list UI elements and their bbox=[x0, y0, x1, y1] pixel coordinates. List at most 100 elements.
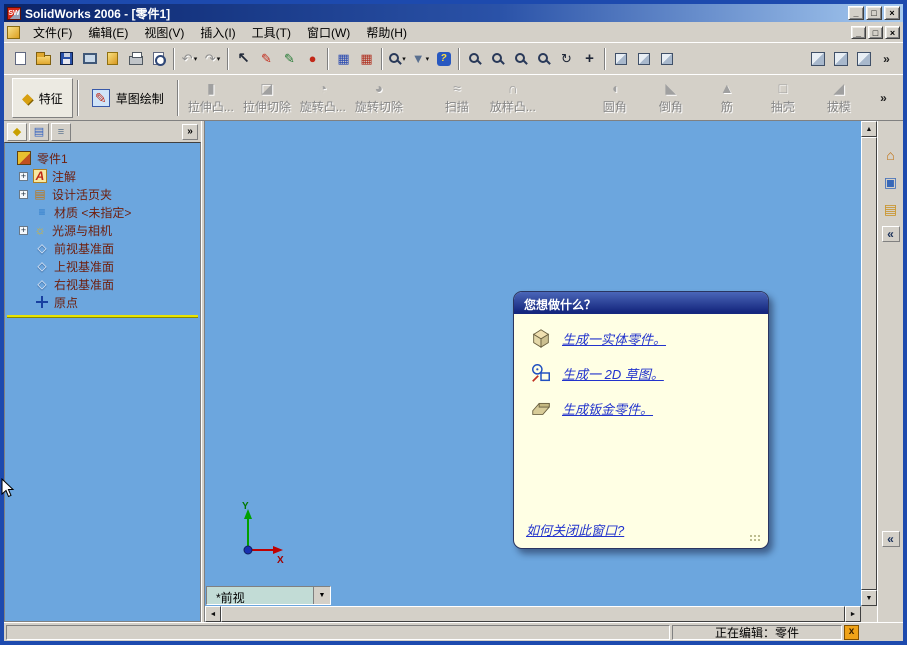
chamfer-button[interactable]: ◣ 倒角 bbox=[643, 78, 699, 118]
zoom-to-selection-button[interactable] bbox=[532, 47, 555, 71]
features-tab-button[interactable]: ◆ 特征 bbox=[12, 77, 73, 118]
tree-item-annotations[interactable]: + A 注解 bbox=[5, 167, 200, 185]
menu-window[interactable]: 窗口(W) bbox=[299, 21, 358, 44]
dropdown-arrow-icon[interactable]: ▾ bbox=[402, 55, 406, 63]
zoom-to-area-button[interactable] bbox=[486, 47, 509, 71]
edit-sketch-button[interactable]: ✎ bbox=[278, 47, 301, 71]
design-library-button[interactable]: ▣ bbox=[881, 172, 901, 192]
rib-button[interactable]: ▲ 筋 bbox=[699, 78, 755, 118]
select-button[interactable]: ↖ bbox=[232, 47, 255, 71]
extruded-cut-button[interactable]: ◪ 拉伸切除 bbox=[239, 78, 295, 118]
maximize-button[interactable]: □ bbox=[866, 6, 882, 20]
tree-item-origin[interactable]: 原点 bbox=[5, 293, 200, 311]
menu-edit[interactable]: 编辑(E) bbox=[80, 21, 136, 44]
toolbar-overflow-button[interactable]: » bbox=[875, 47, 898, 71]
dialog-title[interactable]: 您想做什么？ bbox=[514, 292, 768, 314]
view-orientation-button[interactable]: ▾ bbox=[386, 47, 409, 71]
revolved-boss-button[interactable]: ◔ 旋转凸... bbox=[295, 78, 351, 118]
horizontal-scroll-thumb[interactable] bbox=[221, 606, 845, 622]
create-2d-sketch-link[interactable]: 生成一 2D 草图。 bbox=[562, 364, 664, 383]
doc-restore-button[interactable]: □ bbox=[868, 25, 883, 39]
section-view-button[interactable] bbox=[655, 47, 678, 71]
scroll-down-button[interactable]: ▼ bbox=[861, 590, 877, 606]
tree-item-front-plane[interactable]: ◇ 前视基准面 bbox=[5, 239, 200, 257]
tree-item-right-plane[interactable]: ◇ 右视基准面 bbox=[5, 275, 200, 293]
make-drawing-button[interactable] bbox=[78, 47, 101, 71]
view-cube-a-button[interactable] bbox=[806, 47, 829, 71]
view-cube-c-button[interactable] bbox=[852, 47, 875, 71]
tree-item-material[interactable]: ≡ 材质 <未指定> bbox=[5, 203, 200, 221]
tree-root-part[interactable]: 零件1 bbox=[5, 149, 200, 167]
scroll-right-button[interactable]: ► bbox=[845, 606, 861, 622]
scroll-up-button[interactable]: ▲ bbox=[861, 121, 877, 137]
zoom-to-fit-button[interactable] bbox=[463, 47, 486, 71]
panel-flyout-button[interactable]: » bbox=[182, 123, 198, 140]
menu-file[interactable]: 文件(F) bbox=[25, 21, 80, 44]
menu-help[interactable]: 帮助(H) bbox=[358, 21, 415, 44]
rollback-bar[interactable] bbox=[7, 315, 198, 318]
vertical-scrollbar[interactable]: ▲ ▼ bbox=[861, 121, 877, 606]
tree-item-top-plane[interactable]: ◇ 上视基准面 bbox=[5, 257, 200, 275]
propertymanager-tab[interactable]: ▤ bbox=[29, 122, 49, 141]
dialog-resize-grip[interactable] bbox=[749, 534, 761, 542]
dropdown-arrow-icon[interactable]: ▾ bbox=[426, 55, 430, 63]
create-part-link[interactable]: 生成一实体零件。 bbox=[562, 329, 666, 348]
new-document-button[interactable] bbox=[9, 47, 32, 71]
help-button[interactable]: ? bbox=[432, 47, 455, 71]
dropdown-arrow-icon[interactable]: ▾ bbox=[217, 55, 221, 63]
view-combo-dropdown-button[interactable]: ▼ bbox=[313, 587, 330, 604]
print-button[interactable] bbox=[124, 47, 147, 71]
vertical-scroll-thumb[interactable] bbox=[861, 137, 877, 590]
doc-close-button[interactable]: × bbox=[885, 25, 900, 39]
tree-item-design-binder[interactable]: + ▤ 设计活页夹 bbox=[5, 185, 200, 203]
solidworks-resources-button[interactable]: ⌂ bbox=[881, 145, 901, 165]
document-icon[interactable] bbox=[7, 25, 20, 39]
draft-button[interactable]: ◢ 拔模 bbox=[811, 78, 867, 118]
extruded-boss-button[interactable]: ▮ 拉伸凸... bbox=[183, 78, 239, 118]
create-sheet-metal-link[interactable]: 生成钣金零件。 bbox=[562, 399, 653, 418]
save-button[interactable] bbox=[55, 47, 78, 71]
dropdown-arrow-icon[interactable]: ▾ bbox=[194, 55, 198, 63]
undo-button[interactable]: ↶ ▾ bbox=[178, 47, 201, 71]
horizontal-scrollbar[interactable]: ◄ ► bbox=[205, 606, 861, 622]
menu-tools[interactable]: 工具(T) bbox=[244, 21, 299, 44]
configurationmanager-tab[interactable]: ≡ bbox=[51, 122, 71, 141]
redo-button[interactable]: ↷ ▾ bbox=[201, 47, 224, 71]
design-table-button[interactable]: ▦ bbox=[332, 47, 355, 71]
bom-table-button[interactable]: ▦ bbox=[355, 47, 378, 71]
open-button[interactable] bbox=[32, 47, 55, 71]
fillet-button[interactable]: ◖ 圆角 bbox=[587, 78, 643, 118]
view-orientation-combo[interactable]: *前视 ▼ bbox=[206, 586, 331, 605]
status-close-button[interactable]: x bbox=[844, 624, 859, 640]
sweep-button[interactable]: ≈ 扫描 bbox=[429, 78, 485, 118]
doc-minimize-button[interactable]: _ bbox=[851, 25, 866, 39]
revolved-cut-button[interactable]: ◕ 旋转切除 bbox=[351, 78, 407, 118]
shell-button[interactable]: □ 抽壳 bbox=[755, 78, 811, 118]
sketch-button[interactable]: ✎ bbox=[255, 47, 278, 71]
collapse-pane-button-top[interactable]: « bbox=[881, 226, 900, 242]
title-bar[interactable]: SW SolidWorks 2006 - [零件1] _ □ × bbox=[4, 4, 903, 22]
view-cube-b-button[interactable] bbox=[829, 47, 852, 71]
close-button[interactable]: × bbox=[884, 6, 900, 20]
expand-icon[interactable]: + bbox=[19, 171, 28, 181]
shaded-button[interactable] bbox=[632, 47, 655, 71]
wireframe-button[interactable] bbox=[609, 47, 632, 71]
menu-insert[interactable]: 插入(I) bbox=[192, 21, 243, 44]
rotate-view-button[interactable]: ↻ bbox=[555, 47, 578, 71]
scroll-left-button[interactable]: ◄ bbox=[205, 606, 221, 622]
zoom-in-out-button[interactable] bbox=[509, 47, 532, 71]
record-macro-button[interactable]: ● bbox=[301, 47, 324, 71]
expand-icon[interactable]: + bbox=[19, 189, 28, 199]
selection-filter-button[interactable]: ▼ ▾ bbox=[409, 47, 432, 71]
graphics-canvas[interactable]: Y X 您想做什么？ 生成一实体零件。 生成一 2D 草图。 生成钣金零件。 如… bbox=[205, 121, 861, 606]
sketch-tab-button[interactable]: ✎ 草图绘制 bbox=[83, 78, 173, 118]
collapse-pane-button-bottom[interactable]: « bbox=[881, 531, 900, 547]
pan-button[interactable]: + bbox=[578, 47, 601, 71]
how-to-close-link[interactable]: 如何关闭此窗口? bbox=[526, 520, 624, 539]
minimize-button[interactable]: _ bbox=[848, 6, 864, 20]
menu-view[interactable]: 视图(V) bbox=[136, 21, 192, 44]
featurebar-overflow-button[interactable]: » bbox=[872, 86, 895, 110]
loft-button[interactable]: ∩ 放样凸... bbox=[485, 78, 541, 118]
expand-icon[interactable]: + bbox=[19, 225, 28, 235]
print-preview-button[interactable] bbox=[147, 47, 170, 71]
